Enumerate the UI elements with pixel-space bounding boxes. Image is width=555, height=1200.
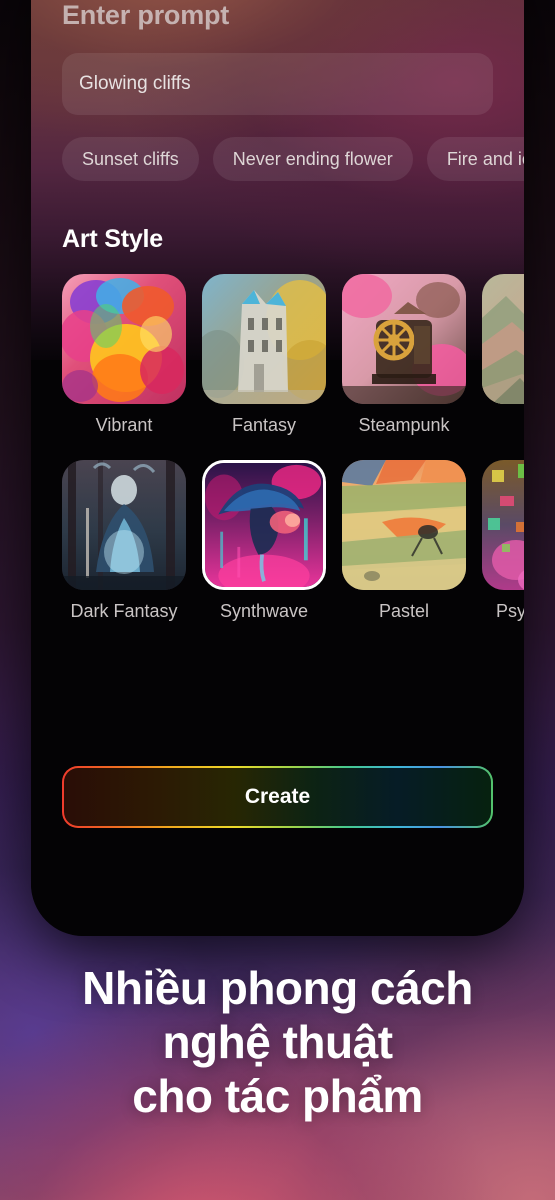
art-style-title: Art Style (62, 225, 164, 253)
ultra-thumbnail-art (482, 274, 524, 404)
caption-line-1: Nhiều phong cách (82, 962, 473, 1014)
psychedelic-thumbnail-art (482, 460, 524, 590)
art-style-thumbnail[interactable] (342, 274, 466, 404)
fantasy-thumbnail-art (202, 274, 326, 404)
app-content: Enter prompt Glowing cliffs Sunset cliff… (31, 0, 524, 936)
phone-device-frame: Enter prompt Glowing cliffs Sunset cliff… (31, 0, 524, 936)
art-style-item-vibrant[interactable]: Vibrant (62, 274, 186, 436)
art-style-label: Steampunk (358, 415, 450, 435)
art-style-thumbnail[interactable] (62, 460, 186, 590)
art-style-item-dark-fantasy[interactable]: Dark Fantasy (62, 460, 186, 622)
suggestion-chip[interactable]: Never ending flower (212, 137, 413, 181)
phone-screen: Enter prompt Glowing cliffs Sunset cliff… (31, 0, 524, 936)
create-button-container: Create (62, 766, 493, 828)
prompt-input-field[interactable]: Glowing cliffs (62, 53, 493, 115)
art-style-item-synthwave[interactable]: Synthwave (202, 460, 326, 622)
create-button[interactable]: Create (62, 766, 493, 828)
art-style-thumbnail[interactable] (62, 274, 186, 404)
suggestion-chip-label: Never ending flower (232, 148, 393, 169)
art-style-label: Fantasy (231, 415, 297, 435)
promo-poster: Enter prompt Glowing cliffs Sunset cliff… (0, 0, 555, 1200)
art-style-item-steampunk[interactable]: Steampunk (342, 274, 466, 436)
create-button-label: Create (244, 785, 311, 808)
art-style-thumbnail[interactable] (342, 460, 466, 590)
caption-line-2: nghệ thuật (162, 1015, 393, 1068)
art-style-thumbnail[interactable] (482, 274, 524, 404)
art-style-item-pastel[interactable]: Pastel (342, 460, 466, 622)
art-style-item-fantasy[interactable]: Fantasy (202, 274, 326, 436)
art-style-thumbnail[interactable] (482, 460, 524, 590)
prompt-input-value: Glowing cliffs (79, 73, 191, 94)
prompt-section: Enter prompt Glowing cliffs (31, 0, 524, 115)
art-style-label: Ultra (482, 415, 524, 436)
suggestion-chip-label: Fire and ice (446, 148, 524, 169)
art-style-thumbnail[interactable] (202, 274, 326, 404)
art-style-label: Synthwave (219, 601, 309, 621)
suggestion-chip[interactable]: Sunset cliffs (62, 137, 199, 181)
art-style-row-2[interactable]: Dark Fantasy Synthwave Pastel Psy (31, 460, 524, 622)
dark-fantasy-thumbnail-art (62, 460, 186, 590)
art-style-row-1[interactable]: Vibrant Fantasy Steampunk (31, 274, 524, 436)
art-style-label: Dark Fantasy (70, 601, 178, 621)
create-button-inner: Create (64, 768, 491, 826)
pastel-thumbnail-art (342, 460, 466, 590)
art-style-item-psychedelic[interactable]: Psychedelic (482, 460, 524, 622)
art-style-thumbnail-selected[interactable] (202, 460, 326, 590)
prompt-section-title: Enter prompt (62, 0, 230, 30)
suggestion-chip-label: Sunset cliffs (82, 148, 179, 169)
art-style-label: Pastel (378, 601, 430, 621)
vibrant-thumbnail-art (62, 274, 186, 404)
art-style-label: Psychedelic (495, 601, 524, 621)
art-style-label: Vibrant (95, 415, 153, 435)
caption-line-3: cho tác phẩm (132, 1069, 423, 1122)
art-style-section-header: Art Style (31, 225, 524, 254)
synthwave-thumbnail-art (205, 463, 323, 587)
suggestion-chip-row[interactable]: Sunset cliffs Never ending flower Fire a… (31, 137, 524, 181)
promo-caption: Nhiều phong cách nghệ thuật cho tác phẩm (0, 962, 555, 1123)
suggestion-chip[interactable]: Fire and ice (426, 137, 524, 181)
art-style-item-ultra[interactable]: Ultra (482, 274, 524, 436)
steampunk-thumbnail-art (342, 274, 466, 404)
